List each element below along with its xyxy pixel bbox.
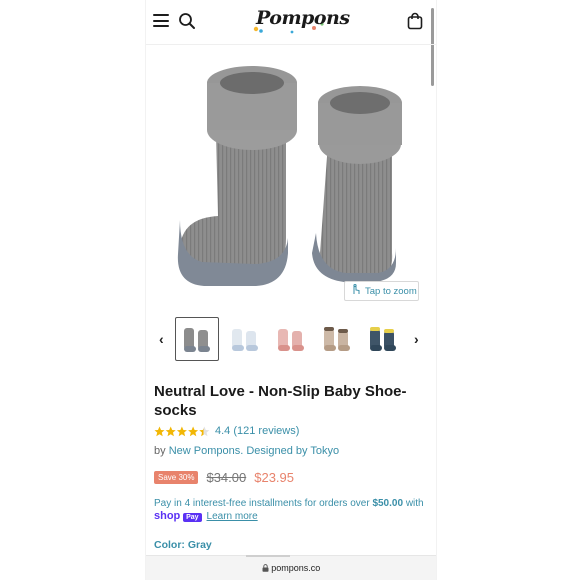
chevron-right-icon[interactable]: ›	[414, 331, 419, 347]
product-main-image[interactable]	[146, 48, 436, 306]
logo-text: Pompons	[256, 7, 350, 29]
product-title: Neutral Love - Non-Slip Baby Shoe-socks	[154, 383, 407, 419]
compare-at-price: $34.00	[206, 470, 247, 485]
tap-to-zoom-button[interactable]: Tap to zoom	[344, 281, 419, 301]
hamburger-icon[interactable]	[153, 14, 169, 27]
pompons-logo[interactable]: Pompons	[252, 6, 350, 36]
price-row: Save 30% $34.00 $23.95	[154, 470, 294, 485]
thumbnail-strip: ‹ ›	[146, 315, 436, 363]
color-option-label: Color: Gray	[154, 539, 212, 551]
shop-pay-logo: shop Pay	[154, 510, 202, 522]
url-bar-handle	[246, 555, 290, 557]
chevron-left-icon[interactable]: ‹	[159, 331, 164, 347]
url-text: pompons.co	[146, 563, 436, 573]
thumbnail-pink[interactable]	[270, 317, 314, 361]
browser-url-bar[interactable]: pompons.co	[146, 555, 436, 580]
thumbnail-light-blue[interactable]	[224, 317, 268, 361]
shop-pay-row: shop Pay Learn more	[154, 510, 258, 522]
vendor-prefix: by	[154, 445, 166, 457]
search-icon[interactable]	[178, 12, 196, 30]
vendor-link[interactable]: New Pompons. Designed by Tokyo	[169, 445, 339, 457]
installments-text: Pay in 4 interest-free installments for …	[154, 497, 432, 510]
sale-price: $23.95	[254, 470, 294, 485]
thumbnail-gray[interactable]	[175, 317, 219, 361]
thumbnail-beige[interactable]	[316, 317, 360, 361]
site-header: Pompons	[146, 0, 436, 45]
thumbnail-navy-yellow[interactable]	[362, 317, 406, 361]
url-domain: pompons.co	[271, 563, 321, 573]
lock-icon	[262, 563, 272, 573]
shop-word: shop	[154, 510, 181, 522]
save-badge: Save 30%	[154, 471, 199, 484]
vendor-line: by New Pompons. Designed by Tokyo	[154, 445, 339, 457]
pay-badge: Pay	[183, 513, 202, 522]
mobile-viewport: Pompons Tap to zoom ‹ › Neutral Love - N…	[145, 0, 437, 580]
shopping-bag-icon[interactable]	[406, 12, 424, 30]
zoom-hand-icon	[351, 283, 361, 298]
rating-text[interactable]: 4.4 (121 reviews)	[215, 425, 299, 437]
star-rating-icon	[154, 426, 210, 437]
learn-more-link[interactable]: Learn more	[207, 511, 258, 522]
installments-suffix: with	[405, 498, 424, 509]
product-rating[interactable]: 4.4 (121 reviews)	[154, 424, 299, 438]
installments-amount: $50.00	[372, 498, 404, 509]
installments-copy: Pay in 4 interest-free installments for …	[154, 498, 370, 509]
zoom-label: Tap to zoom	[365, 285, 417, 297]
